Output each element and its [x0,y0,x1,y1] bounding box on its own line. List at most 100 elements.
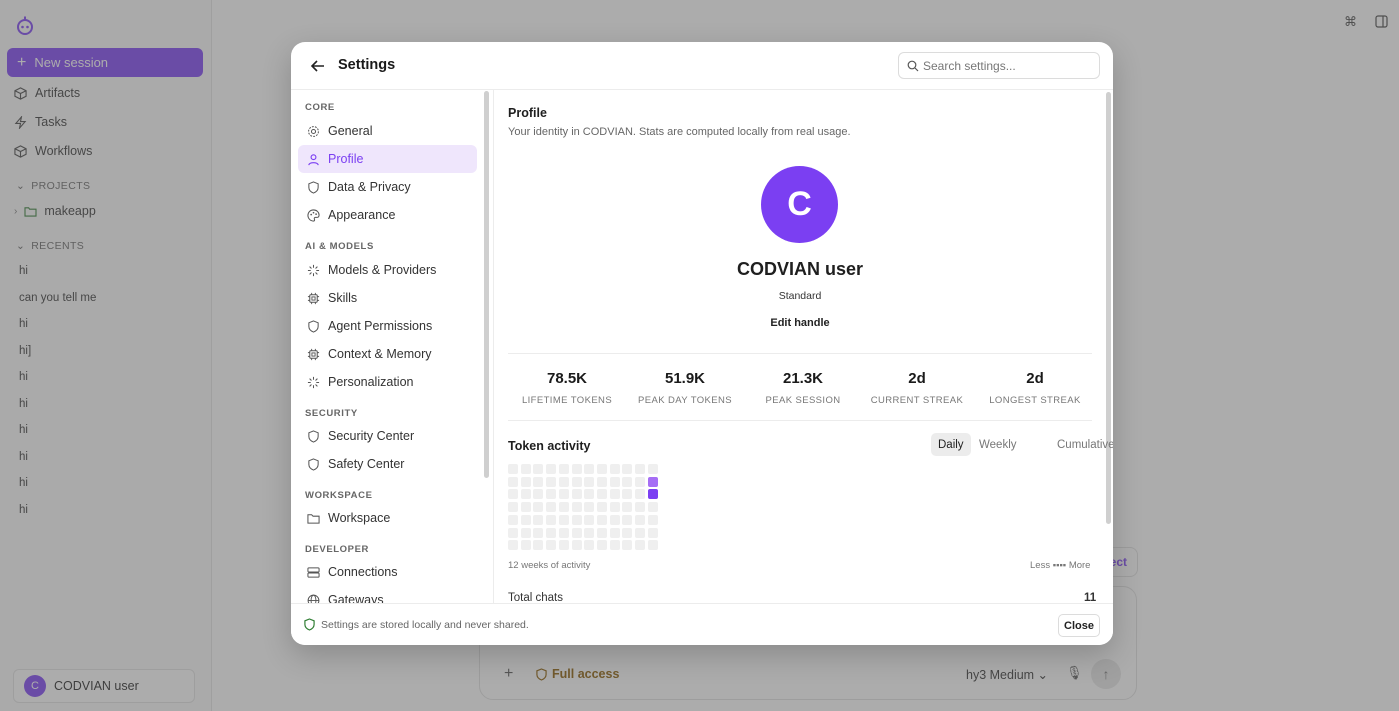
nav-item-label: Safety Center [328,457,405,471]
stat-current-streak: 2d CURRENT STREAK [858,370,976,406]
settings-nav-models-providers[interactable]: Models & Providers [298,256,477,284]
heatmap-legend: Less ▪▪▪▪ More [1030,560,1091,571]
heatmap-cell [584,476,595,487]
heatmap-cell [635,489,645,500]
heatmap-cell [609,476,620,487]
heatmap-cell [647,540,658,551]
close-button[interactable]: Close [1058,614,1100,637]
token-activity-title: Token activity [508,439,591,453]
stat-lifetime-tokens: 78.5K LIFETIME TOKENS [508,370,626,406]
heatmap-cell [609,514,620,525]
heatmap-cell [609,464,620,474]
total-chats-label: Total chats [508,592,563,603]
settings-nav-skills[interactable]: Skills [298,284,477,312]
heatmap-cell [546,514,557,525]
settings-modal: Settings CORE General Profile Data & Pri… [291,42,1113,645]
heatmap-cell [508,502,518,513]
heatmap-cell [508,489,518,500]
stat-value: 78.5K [546,370,588,387]
settings-nav: CORE General Profile Data & Privacy Appe… [291,90,493,603]
search-input[interactable] [923,58,1093,73]
edit-handle-button[interactable]: Edit handle [494,317,1106,329]
heatmap-cell [546,464,557,474]
stat-label: PEAK DAY TOKENS [637,395,732,406]
settings-header: Settings [291,42,1113,90]
settings-nav-data-privacy[interactable]: Data & Privacy [298,173,477,201]
footer-note: Settings are stored locally and never sh… [304,618,529,631]
settings-nav-safety-center[interactable]: Safety Center [298,450,477,478]
settings-nav-security-center[interactable]: Security Center [298,422,477,450]
settings-nav-profile[interactable]: Profile [298,145,477,173]
toggle-daily[interactable]: Daily [931,433,971,456]
stat-longest-streak: 2d LONGEST STREAK [976,370,1094,406]
settings-nav-personalization[interactable]: Personalization [298,368,477,396]
stat-value: 21.3K [782,370,824,387]
heatmap-cell [596,540,607,551]
heatmap-cell [635,527,645,538]
stat-peak-session: 21.3K PEAK SESSION [744,370,862,406]
profile-tier: Standard [778,290,822,302]
heatmap-cell [622,489,633,500]
heatmap-cell [635,540,645,551]
settings-nav-agent-permissions[interactable]: Agent Permissions [298,312,477,340]
folder-icon [307,513,320,524]
nav-item-label: Profile [328,152,364,166]
nav-item-label: General [328,124,373,138]
content-scrollbar[interactable] [1106,92,1111,524]
stat-value: 2d [1026,370,1044,387]
heatmap-cell [622,464,633,474]
shield-icon [308,457,319,471]
heatmap-cell [571,502,582,513]
settings-nav-general[interactable]: General [298,117,477,145]
stat-label: LONGEST STREAK [989,395,1081,406]
heatmap-cell [558,502,569,513]
toggle-cumulative[interactable]: Cumulative [1050,433,1113,456]
nav-group-ai-models: AI & MODELS [305,241,374,252]
toggle-weekly[interactable]: Weekly [972,433,1024,456]
heatmap-cell [635,464,645,474]
heatmap-cell [508,540,518,551]
sparkle-icon [307,264,320,276]
heatmap-cell [622,527,633,538]
heatmap-cell [533,502,544,513]
settings-nav-connections[interactable]: Connections [298,558,477,586]
nav-group-workspace: WORKSPACE [305,490,373,501]
settings-nav-appearance[interactable]: Appearance [298,201,477,229]
heatmap-cell [596,464,607,474]
heatmap-cell [558,540,569,551]
settings-nav-gateways[interactable]: Gateways [298,586,477,603]
heatmap-caption: 12 weeks of activity [508,560,591,571]
heatmap-cell [558,476,569,487]
heatmap-cell [635,476,645,487]
heatmap-cell [622,540,633,551]
settings-nav-workspace[interactable]: Workspace [298,504,477,532]
heatmap-cell [546,527,557,538]
stat-value: 2d [908,370,926,387]
heatmap-cell [520,527,531,538]
heatmap-cell [596,502,607,513]
divider [508,353,1092,354]
palette-icon [307,208,320,222]
back-arrow-icon[interactable] [309,57,327,75]
heatmap-cell [546,540,557,551]
heatmap-cell [635,502,645,513]
heatmap-cell [571,464,582,474]
shield-icon [304,618,315,631]
nav-scrollbar[interactable] [484,91,489,478]
nav-item-label: Connections [328,565,398,579]
user-icon [308,153,319,165]
heatmap-cell [558,527,569,538]
section-description: Your identity in CODVIAN. Stats are comp… [508,126,851,138]
heatmap-cell [635,514,645,525]
footer-note-text: Settings are stored locally and never sh… [321,618,529,631]
sparkle-icon [307,376,320,388]
settings-nav-context-memory[interactable]: Context & Memory [298,340,477,368]
heatmap-cell [520,489,531,500]
heatmap-cell [546,476,557,487]
profile-panel: Profile Your identity in CODVIAN. Stats … [493,90,1113,603]
chip-icon [307,292,320,304]
heatmap-cell [622,476,633,487]
heatmap-cell [571,476,582,487]
heatmap-cell [596,476,607,487]
heatmap-cell [546,489,557,500]
